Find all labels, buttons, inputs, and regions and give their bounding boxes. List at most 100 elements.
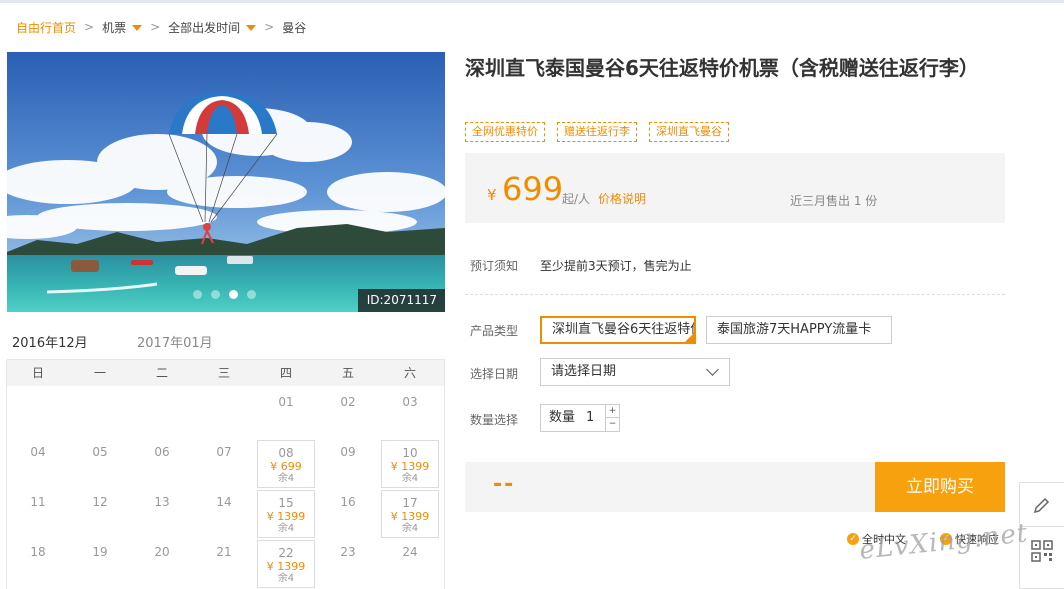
product-type-option-flight[interactable]: 深圳直飞曼谷6天往返特价机票 ✓ [540,316,696,344]
quantity-stepper[interactable]: 数量 1 + − [540,404,620,432]
product-type-option-simcard[interactable]: 泰国旅游7天HAPPY流量卡 [706,316,892,344]
decrement-button[interactable]: − [605,418,619,431]
day-number: 05 [92,445,108,459]
calendar-day: 06 [133,440,191,488]
caret-down-icon [246,25,257,31]
breadcrumb-time-label: 全部出发时间 [168,20,241,35]
day-number: 24 [402,545,418,559]
calendar-day: 09 [319,440,377,488]
day-stock: 余4 [277,473,295,484]
pencil-icon [1033,497,1050,513]
day-stock: 余4 [277,573,295,584]
day-number: 06 [154,445,170,459]
day-number: 10 [402,446,418,460]
date-select[interactable]: 请选择日期 [540,358,730,386]
chevron-down-icon [706,363,719,376]
day-number: 18 [30,545,46,559]
tag-badge: 全网优惠特价 [465,122,545,142]
day-number: 14 [216,495,232,509]
carousel-dot[interactable] [193,290,202,299]
calendar-day: 12 [71,490,129,538]
calendar-day: 02 [319,390,377,438]
increment-button[interactable]: + [605,405,619,418]
day-number: 11 [30,495,46,509]
day-stock: 余4 [277,523,295,534]
date-placeholder: 请选择日期 [551,364,617,379]
day-number: 16 [340,495,356,509]
calendar-day-available[interactable]: 22 ¥ 1399 余4 [257,540,315,588]
weekday-label: 二 [155,366,168,380]
day-number: 01 [278,395,294,409]
product-tags: 全网优惠特价 赠送往返行李 深圳直飞曼谷 [465,122,729,142]
breadcrumb-flight-dropdown[interactable]: 机票 [102,19,143,36]
tab-month-dec[interactable]: 2016年12月 [12,332,100,363]
day-number: 17 [402,496,418,510]
quantity-value: 1 [586,410,595,425]
calendar-day-available[interactable]: 08 ¥ 699 余4 [257,440,315,488]
calendar-day-available[interactable]: 10 ¥ 1399 余4 [381,440,439,488]
calendar-day-available[interactable]: 15 ¥ 1399 余4 [257,490,315,538]
calendar-day: 24 [381,540,439,588]
currency-symbol: ¥ [487,186,497,204]
price-box: ¥ 699 起/人 价格说明 近三月售出 1 份 [465,153,1005,223]
price-unit: 起/人 [562,192,591,206]
divider [465,294,1005,295]
total-price: -- [493,472,516,497]
notice-label: 预订须知 [470,259,519,273]
buy-now-button[interactable]: 立即购买 [875,462,1005,512]
calendar-day-available[interactable]: 17 ¥ 1399 余4 [381,490,439,538]
price-explanation-link[interactable]: 价格说明 [598,190,646,207]
day-price: ¥ 1399 [266,510,306,523]
price-value: 699 [502,170,564,208]
calendar-day: 05 [71,440,129,488]
weekday-label: 三 [217,366,230,380]
breadcrumb-time-dropdown[interactable]: 全部出发时间 [168,19,257,36]
day-number: 19 [92,545,108,559]
day-price: ¥ 1399 [390,510,430,523]
calendar-day: 01 [257,390,315,438]
date-label: 选择日期 [470,367,519,381]
carousel-dot[interactable] [247,290,256,299]
weekday-label: 四 [279,366,292,380]
top-border [0,0,1064,3]
carousel-dot[interactable] [211,290,220,299]
day-number: 03 [402,395,418,409]
check-icon: ✓ [847,533,859,545]
price-calendar: 日 一 二 三 四 五 六 01 02 03 04 05 06 07 08 ¥ 699 余4 09 1… [6,360,445,589]
day-stock: 余4 [401,473,419,484]
day-number: 02 [340,395,356,409]
notice-text: 至少提前3天预订，售完为止 [540,259,692,273]
breadcrumb-current: 曼谷 [282,20,307,35]
parasailing-photo [7,52,445,312]
calendar-day: 23 [319,540,377,588]
product-title: 深圳直飞泰国曼谷6天往返特价机票（含税赠送往返行李） [465,56,979,80]
product-type-label: 产品类型 [470,324,519,338]
weekday-header: 日 一 二 三 四 五 六 [7,360,444,386]
option-label: 深圳直飞曼谷6天往返特价机票 [552,322,694,337]
day-price: ¥ 699 [270,460,302,473]
calendar-day: 07 [195,440,253,488]
calendar-day: 13 [133,490,191,538]
chevron-right-icon: > [264,20,275,34]
product-id-label: ID:2071117 [357,289,445,312]
tab-month-jan[interactable]: 2017年01月 [137,332,213,360]
breadcrumb-home-link[interactable]: 自由行首页 [16,19,76,36]
calendar-day: 04 [9,440,67,488]
day-number: 21 [216,545,232,559]
day-number: 12 [92,495,108,509]
product-photo[interactable]: ID:2071117 [7,52,445,312]
weekday-label: 六 [403,366,416,380]
day-number: 09 [340,445,356,459]
carousel-dots [193,290,256,299]
tag-badge: 赠送往返行李 [557,122,637,142]
day-price: ¥ 1399 [266,560,306,573]
carousel-dot-active[interactable] [229,290,238,299]
day-number: 07 [216,445,232,459]
day-number: 22 [278,546,294,560]
chevron-right-icon: > [84,20,95,34]
chevron-right-icon: > [150,20,161,34]
weekday-label: 日 [31,366,44,380]
calendar-day: 18 [9,540,67,588]
breadcrumb-flight-label: 机票 [102,20,127,35]
calendar-day: 16 [319,490,377,538]
